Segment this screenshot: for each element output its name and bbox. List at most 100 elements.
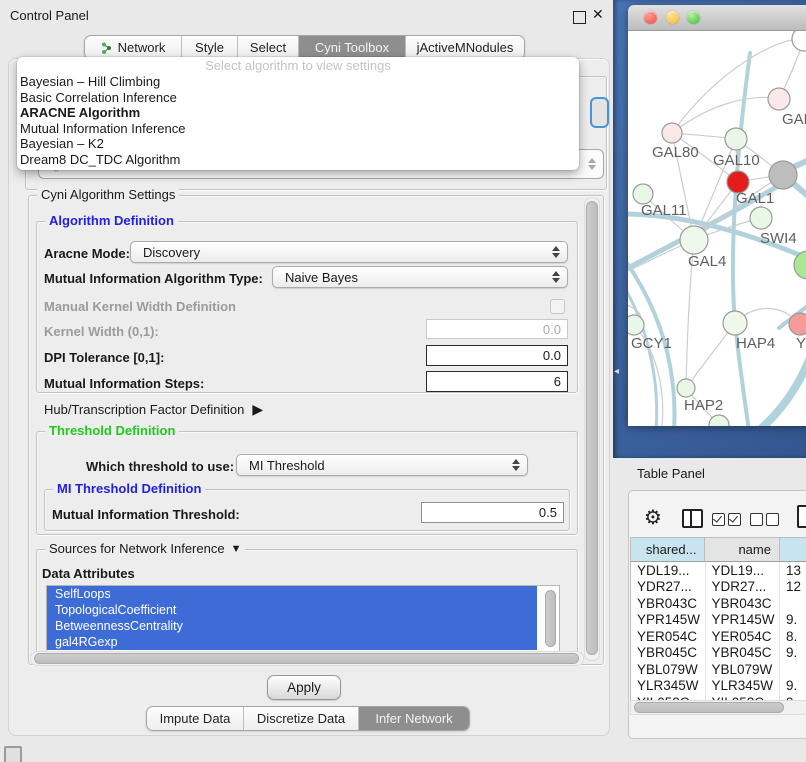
splitter-arrow-icon[interactable]: ◂ <box>614 366 619 377</box>
cell[interactable]: YBR045C <box>706 645 781 662</box>
cell[interactable]: 9. <box>780 645 806 662</box>
mac-zoom-button[interactable] <box>687 11 700 24</box>
cell[interactable] <box>780 661 806 678</box>
mi-type-combo[interactable]: Naive Bayes <box>272 266 568 288</box>
list-item[interactable]: gal4RGexp <box>47 634 537 650</box>
algorithm-option[interactable]: Bayesian – K2 <box>17 136 579 152</box>
column-header-cut[interactable] <box>780 538 806 562</box>
cell[interactable]: YDL19... <box>631 562 706 579</box>
tab-style[interactable]: Style <box>181 36 237 59</box>
cell[interactable]: YBR045C <box>631 645 706 662</box>
settings-vscrollbar-thumb[interactable] <box>586 201 598 655</box>
list-item[interactable]: BetweennessCentrality <box>47 618 537 634</box>
cell[interactable]: YDL19... <box>706 562 781 579</box>
node-gal-cut[interactable] <box>768 88 790 110</box>
float-window-icon[interactable] <box>573 11 586 24</box>
node-y-cut[interactable] <box>789 313 806 335</box>
cell[interactable]: YDR27... <box>706 579 781 596</box>
cell[interactable] <box>780 595 806 612</box>
node-gray[interactable] <box>769 161 797 189</box>
tab-impute-data[interactable]: Impute Data <box>147 707 243 730</box>
network-canvas[interactable]: GAL80 GAL GAL10 GAL1 GAL11 SWI4 GAL4 GCY… <box>628 31 806 426</box>
list-vscrollbar-thumb[interactable] <box>545 590 556 647</box>
node-unlabeled-top[interactable] <box>792 31 806 51</box>
algorithm-option-selected[interactable]: ARACNE Algorithm <box>17 105 579 121</box>
cell[interactable]: YDR27... <box>631 579 706 596</box>
minimized-panel-icon[interactable] <box>4 746 22 762</box>
table-row[interactable]: YBL079W YBL079W <box>631 661 806 678</box>
tab-infer-network[interactable]: Infer Network <box>358 707 469 730</box>
column-selector-icon[interactable] <box>682 509 703 528</box>
node-hap4[interactable] <box>723 311 747 335</box>
mac-close-button[interactable] <box>644 11 657 24</box>
cell[interactable]: YBL079W <box>706 661 781 678</box>
column-header-name[interactable]: name <box>705 538 779 562</box>
list-item[interactable]: SelfLoops <box>47 586 537 602</box>
focused-combo-fragment[interactable] <box>590 97 609 128</box>
aracne-mode-combo[interactable]: Discovery <box>130 241 568 263</box>
cell[interactable]: YBR043C <box>631 595 706 612</box>
apply-button[interactable]: Apply <box>267 675 341 700</box>
kernel-width-field[interactable]: 0.0 <box>426 319 568 339</box>
table-row[interactable]: YBR043C YBR043C <box>631 595 806 612</box>
algorithm-option[interactable]: Basic Correlation Inference <box>17 90 579 106</box>
close-icon[interactable]: ✕ <box>592 6 604 23</box>
cell[interactable]: YER054C <box>706 628 781 645</box>
dpi-tolerance-field[interactable]: 0.0 <box>426 345 568 366</box>
table-row[interactable]: YPR145W YPR145W 9. <box>631 612 806 629</box>
cell[interactable]: YBR043C <box>706 595 781 612</box>
node-gal10[interactable] <box>725 128 747 150</box>
tab-select[interactable]: Select <box>237 36 298 59</box>
table-row[interactable]: YER054C YER054C 8. <box>631 628 806 645</box>
which-threshold-combo[interactable]: MI Threshold <box>236 454 528 476</box>
cell[interactable]: 9. <box>780 612 806 629</box>
tab-cyni-toolbox[interactable]: Cyni Toolbox <box>298 36 405 59</box>
table-row[interactable]: YLR345W YLR345W 9. <box>631 678 806 695</box>
list-item[interactable]: TopologicalCoefficient <box>47 602 537 618</box>
mi-threshold-field[interactable]: 0.5 <box>421 502 564 523</box>
cell[interactable]: YPR145W <box>631 612 706 629</box>
table-hscrollbar-thumb[interactable] <box>634 702 784 713</box>
cell[interactable]: 8. <box>780 628 806 645</box>
mi-steps-field[interactable]: 6 <box>426 371 568 392</box>
network-window-titlebar[interactable] <box>628 5 806 31</box>
settings-hscrollbar-thumb[interactable] <box>34 653 579 664</box>
table-row[interactable]: YDR27... YDR27... 12 <box>631 579 806 596</box>
algorithm-option[interactable]: Mutual Information Inference <box>17 121 579 137</box>
node-swi4[interactable] <box>750 207 772 229</box>
hub-section-label: Hub/Transcription Factor Definition <box>44 402 244 417</box>
settings-hscrollbar[interactable] <box>30 651 584 666</box>
node-gcy1[interactable] <box>628 315 644 335</box>
cell[interactable]: 12 <box>780 579 806 596</box>
tab-jactivemnodules[interactable]: jActiveMNodules <box>405 36 524 59</box>
table-row[interactable]: YDL19... YDL19... 13 <box>631 562 806 579</box>
document-icon[interactable] <box>797 505 806 528</box>
manual-kernel-checkbox[interactable] <box>550 299 565 314</box>
algorithm-option[interactable]: Dream8 DC_TDC Algorithm <box>17 152 579 168</box>
sources-group-title-wrap[interactable]: Sources for Network Inference ▼ <box>45 541 245 556</box>
gear-icon[interactable]: ⚙ <box>644 505 662 530</box>
cell[interactable]: 13 <box>780 562 806 579</box>
cell[interactable]: 9. <box>780 678 806 695</box>
table-hscrollbar[interactable] <box>630 700 806 715</box>
cell[interactable]: YLR345W <box>706 678 781 695</box>
cell[interactable]: YER054C <box>631 628 706 645</box>
deselect-all-icon[interactable] <box>750 513 779 526</box>
node-hap2[interactable] <box>677 379 695 397</box>
node-label: GCY1 <box>631 335 672 352</box>
node-gal4[interactable] <box>680 226 708 254</box>
node-gal80[interactable] <box>662 123 682 143</box>
hub-section-toggle[interactable]: Hub/Transcription Factor Definition ▶ <box>44 401 263 418</box>
mac-minimize-button[interactable] <box>666 11 679 24</box>
tab-discretize-data[interactable]: Discretize Data <box>243 707 358 730</box>
tab-network[interactable]: Network <box>85 36 181 59</box>
select-all-icon[interactable] <box>712 513 741 526</box>
table-row[interactable]: YBR045C YBR045C 9. <box>631 645 806 662</box>
cell[interactable]: YBL079W <box>631 661 706 678</box>
node-gal11[interactable] <box>633 184 653 204</box>
column-header-shared-name[interactable]: shared... <box>631 538 705 562</box>
algorithm-option[interactable]: Bayesian – Hill Climbing <box>17 74 579 90</box>
cell[interactable]: YLR345W <box>631 678 706 695</box>
settings-vscrollbar[interactable] <box>584 197 600 661</box>
cell[interactable]: YPR145W <box>706 612 781 629</box>
